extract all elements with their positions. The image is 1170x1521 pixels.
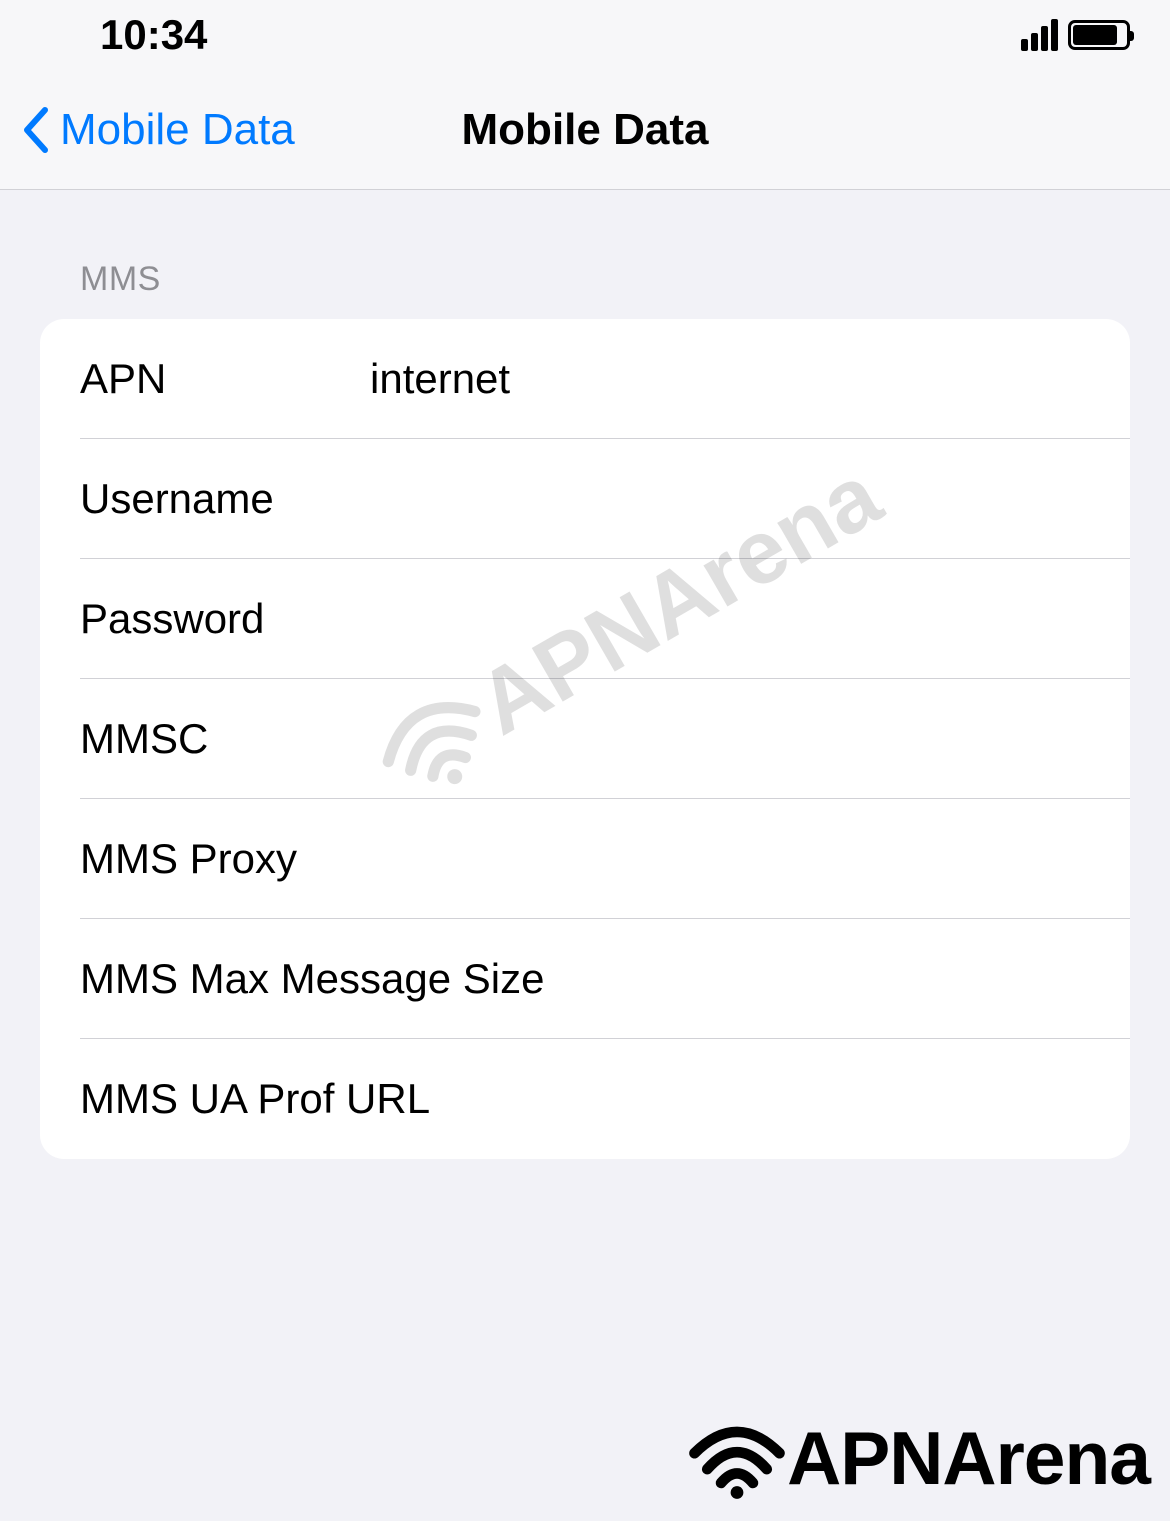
mms-ua-prof-label: MMS UA Prof URL <box>80 1075 1130 1123</box>
back-button[interactable]: Mobile Data <box>20 105 295 155</box>
mms-max-size-label: MMS Max Message Size <box>80 955 1130 1003</box>
mms-max-size-row[interactable]: MMS Max Message Size <box>40 919 1130 1039</box>
mms-proxy-row[interactable]: MMS Proxy <box>40 799 1130 919</box>
mmsc-label: MMSC <box>80 715 370 763</box>
mms-settings-group: APN Username Password MMSC MMS Proxy MMS… <box>40 319 1130 1159</box>
signal-icon <box>1021 19 1058 51</box>
mms-proxy-label: MMS Proxy <box>80 835 370 883</box>
chevron-left-icon <box>20 106 50 154</box>
username-row[interactable]: Username <box>40 439 1130 559</box>
status-indicators <box>1021 19 1130 51</box>
status-time: 10:34 <box>100 11 207 59</box>
mmsc-row[interactable]: MMSC <box>40 679 1130 799</box>
watermark-bottom-text: APNArena <box>787 1415 1150 1501</box>
wifi-icon <box>682 1416 792 1501</box>
apn-label: APN <box>80 355 370 403</box>
username-label: Username <box>80 475 370 523</box>
battery-icon <box>1068 20 1130 50</box>
apn-input[interactable] <box>370 345 1130 413</box>
status-bar: 10:34 <box>0 0 1170 70</box>
mms-ua-prof-row[interactable]: MMS UA Prof URL <box>40 1039 1130 1159</box>
password-label: Password <box>80 595 370 643</box>
mms-proxy-input[interactable] <box>370 825 1130 893</box>
watermark-bottom: APNArena <box>682 1415 1150 1501</box>
mmsc-input[interactable] <box>370 705 1130 773</box>
back-label: Mobile Data <box>60 105 295 155</box>
content: MMS APN Username Password MMSC MMS Proxy… <box>0 190 1170 1159</box>
password-row[interactable]: Password <box>40 559 1130 679</box>
navigation-bar: Mobile Data Mobile Data <box>0 70 1170 190</box>
section-header-mms: MMS <box>40 260 1130 319</box>
apn-row[interactable]: APN <box>40 319 1130 439</box>
username-input[interactable] <box>370 465 1130 533</box>
password-input[interactable] <box>370 585 1130 653</box>
